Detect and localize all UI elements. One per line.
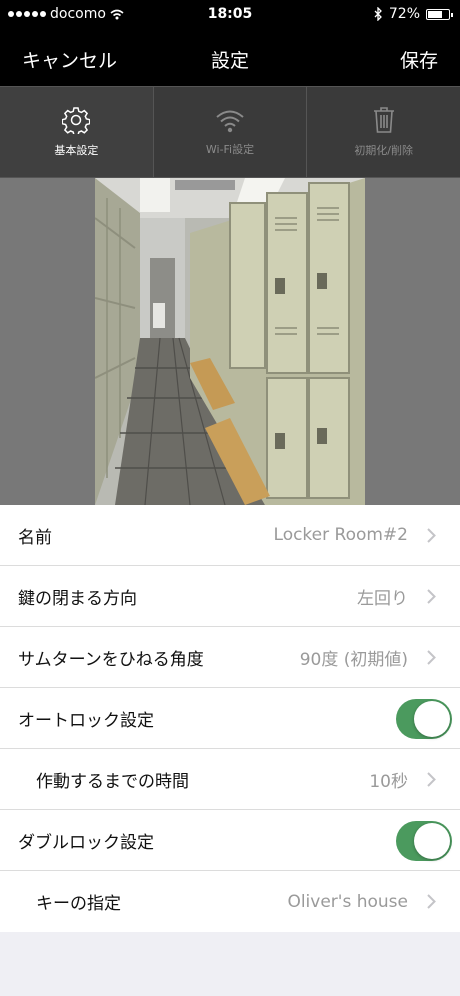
- setting-label: ダブルロック設定: [18, 832, 154, 853]
- setting-value: 90度 (初期値): [299, 649, 408, 670]
- trash-icon: [373, 107, 394, 133]
- setting-label: 作動するまでの時間: [36, 771, 189, 792]
- setting-label: 名前: [18, 527, 52, 548]
- battery-icon: [426, 8, 453, 20]
- chevron-right-icon: [427, 894, 436, 909]
- setting-row-name[interactable]: 名前 Locker Room#2: [0, 505, 460, 566]
- auto-lock-toggle[interactable]: [396, 699, 452, 739]
- gear-icon: [62, 107, 91, 134]
- tab-wifi-settings[interactable]: Wi-Fi設定: [154, 87, 308, 177]
- locker-room-image: [95, 178, 365, 505]
- settings-tabs: 基本設定 Wi-Fi設定 初期化/削除: [0, 86, 460, 178]
- setting-value: 10秒: [369, 771, 408, 792]
- tab-label: Wi-Fi設定: [205, 143, 255, 156]
- setting-label: オートロック設定: [18, 710, 154, 731]
- battery-percent: 72%: [388, 6, 420, 22]
- status-bar: docomo 18:05 72%: [0, 0, 460, 30]
- chevron-right-icon: [427, 589, 436, 604]
- chevron-right-icon: [427, 528, 436, 543]
- bluetooth-icon: [374, 7, 382, 21]
- wifi-icon: [216, 110, 244, 133]
- settings-list: 名前 Locker Room#2 鍵の閉まる方向 左回り サムターンをひねる角度…: [0, 505, 460, 932]
- tab-basic-settings[interactable]: 基本設定: [0, 87, 154, 177]
- setting-value: 左回り: [357, 588, 408, 609]
- setting-value: Oliver's house: [287, 891, 408, 912]
- setting-row-auto-lock: オートロック設定: [0, 688, 460, 749]
- tab-reset-delete[interactable]: 初期化/削除: [307, 87, 460, 177]
- navigation-bar: キャンセル 設定 保存: [0, 30, 460, 86]
- screen: docomo 18:05 72% キャンセル 設定 保存 基本設定 Wi-Fi設…: [0, 0, 460, 996]
- setting-row-key-designation[interactable]: キーの指定 Oliver's house: [0, 871, 460, 932]
- setting-label: 鍵の閉まる方向: [18, 588, 137, 609]
- setting-label: キーの指定: [36, 894, 121, 914]
- tab-label: 初期化/削除: [354, 144, 414, 157]
- setting-row-auto-lock-delay[interactable]: 作動するまでの時間 10秒: [0, 749, 460, 810]
- photo-area: [0, 178, 460, 661]
- save-button[interactable]: 保存: [400, 46, 438, 73]
- status-right: 72%: [374, 6, 453, 22]
- setting-row-lock-direction[interactable]: 鍵の閉まる方向 左回り: [0, 566, 460, 627]
- chevron-right-icon: [427, 772, 436, 787]
- lock-location-photo: [95, 178, 365, 505]
- double-lock-toggle[interactable]: [396, 821, 452, 861]
- setting-row-thumbturn-angle[interactable]: サムターンをひねる角度 90度 (初期値): [0, 627, 460, 688]
- setting-value: Locker Room#2: [273, 525, 408, 545]
- setting-row-double-lock: ダブルロック設定: [0, 810, 460, 871]
- setting-label: サムターンをひねる角度: [18, 649, 204, 670]
- page-title: 設定: [210, 50, 249, 72]
- chevron-right-icon: [427, 650, 436, 665]
- tab-label: 基本設定: [54, 144, 99, 157]
